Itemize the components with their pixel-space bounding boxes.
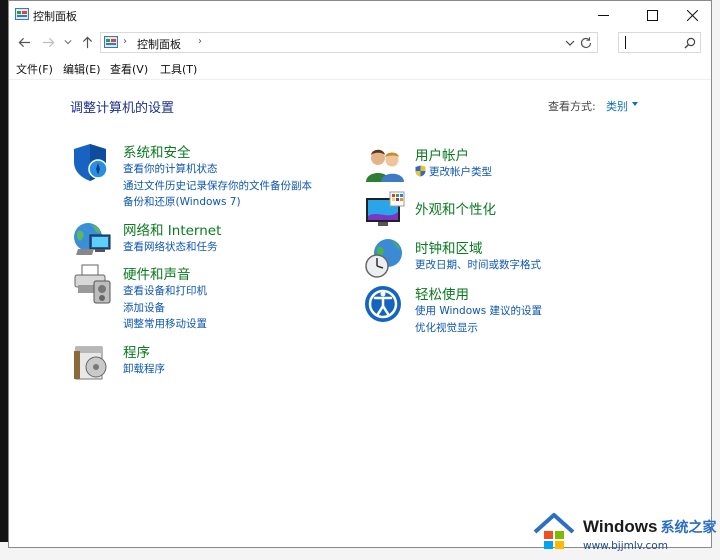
link-devices-printers[interactable]: 查看设备和打印机 xyxy=(123,283,207,300)
maximize-button[interactable] xyxy=(630,1,674,29)
up-button[interactable] xyxy=(80,35,94,49)
watermark-brand-en: Windows xyxy=(583,517,658,536)
category-title[interactable]: 系统和安全 xyxy=(123,141,191,161)
chevron-down-icon xyxy=(64,40,72,45)
monitor-palette-icon[interactable] xyxy=(364,190,406,232)
minimize-button[interactable] xyxy=(581,1,625,29)
shield-icon[interactable] xyxy=(72,141,114,183)
recent-locations-button[interactable] xyxy=(63,35,73,49)
view-by-dropdown[interactable]: 类别 xyxy=(606,98,628,114)
link-change-account-type-label: 更改帐户类型 xyxy=(429,166,492,178)
house-windows-logo-icon xyxy=(533,513,575,549)
navigation-bar: › 控制面板 › xyxy=(9,29,711,55)
content-area: 调整计算机的设置 查看方式: 类别 系统和安全 查看你的计算机状态 通过文件历史… xyxy=(9,79,711,550)
watermark-url: www.bjjmlv.com xyxy=(583,540,668,552)
control-panel-icon xyxy=(104,36,118,48)
forward-arrow-icon xyxy=(42,37,54,47)
link-change-date-time-format[interactable]: 更改日期、时间或数字格式 xyxy=(415,257,541,274)
text-cursor xyxy=(625,36,626,49)
maximize-icon xyxy=(646,9,658,21)
refresh-icon[interactable] xyxy=(579,36,593,50)
back-arrow-icon xyxy=(18,37,30,47)
control-panel-window: 控制面板 › 控制面板 › 文件(F) 编辑(E) 查看(V) 工具(T) 调整… xyxy=(8,0,712,548)
page-title: 调整计算机的设置 xyxy=(70,101,175,116)
link-file-history-backup[interactable]: 通过文件历史记录保存你的文件备份副本 xyxy=(123,178,312,195)
window-title: 控制面板 xyxy=(33,10,77,23)
users-icon[interactable] xyxy=(364,144,406,186)
category-title[interactable]: 硬件和声音 xyxy=(123,263,191,283)
address-bar[interactable]: › 控制面板 › xyxy=(100,32,598,53)
view-by-label: 查看方式: xyxy=(548,100,596,113)
link-change-account-type[interactable]: 更改帐户类型 xyxy=(415,164,492,181)
title-bar: 控制面板 xyxy=(9,1,711,29)
uac-shield-icon xyxy=(415,165,426,177)
menu-file[interactable]: 文件(F) xyxy=(16,61,53,77)
menu-bar: 文件(F) 编辑(E) 查看(V) 工具(T) xyxy=(9,58,711,78)
address-dropdown-icon[interactable] xyxy=(565,37,575,49)
watermark-brand-cn: 系统之家 xyxy=(660,519,717,535)
ease-of-access-icon[interactable] xyxy=(364,283,406,325)
printer-icon[interactable] xyxy=(72,263,114,305)
category-title[interactable]: 网络和 Internet xyxy=(123,219,221,239)
clock-globe-icon[interactable] xyxy=(364,237,406,279)
menu-tools[interactable]: 工具(T) xyxy=(160,61,197,77)
control-panel-icon xyxy=(15,8,29,20)
breadcrumb-control-panel[interactable]: 控制面板 xyxy=(137,36,181,52)
up-arrow-icon xyxy=(82,36,92,48)
back-button[interactable] xyxy=(17,35,31,49)
search-icon[interactable] xyxy=(684,37,696,49)
link-view-computer-status[interactable]: 查看你的计算机状态 xyxy=(123,161,312,178)
chevron-right-icon[interactable]: › xyxy=(198,36,202,47)
link-optimize-visual-display[interactable]: 优化视觉显示 xyxy=(415,320,542,337)
link-mobility-settings[interactable]: 调整常用移动设置 xyxy=(123,316,207,333)
category-title[interactable]: 程序 xyxy=(123,341,150,361)
close-button[interactable] xyxy=(670,1,714,29)
link-uninstall-program[interactable]: 卸载程序 xyxy=(123,361,165,378)
link-network-status[interactable]: 查看网络状态和任务 xyxy=(123,239,218,256)
forward-button[interactable] xyxy=(41,35,55,49)
minimize-icon xyxy=(597,14,609,16)
programs-icon[interactable] xyxy=(72,341,114,383)
menu-edit[interactable]: 编辑(E) xyxy=(63,61,101,77)
category-title[interactable]: 外观和个性化 xyxy=(415,198,496,218)
watermark-brand: Windows 系统之家 xyxy=(583,517,716,537)
menu-view[interactable]: 查看(V) xyxy=(110,61,148,77)
category-title[interactable]: 时钟和区域 xyxy=(415,237,483,257)
chevron-right-icon[interactable]: › xyxy=(123,36,127,47)
link-backup-restore[interactable]: 备份和还原(Windows 7) xyxy=(123,194,312,211)
category-title[interactable]: 轻松使用 xyxy=(415,283,469,303)
close-icon xyxy=(686,9,698,21)
search-input[interactable] xyxy=(618,32,701,53)
chevron-down-icon[interactable] xyxy=(632,102,638,106)
network-globe-icon[interactable] xyxy=(72,219,114,261)
link-recommended-settings[interactable]: 使用 Windows 建议的设置 xyxy=(415,303,542,320)
link-add-device[interactable]: 添加设备 xyxy=(123,300,207,317)
category-title[interactable]: 用户帐户 xyxy=(415,144,469,164)
